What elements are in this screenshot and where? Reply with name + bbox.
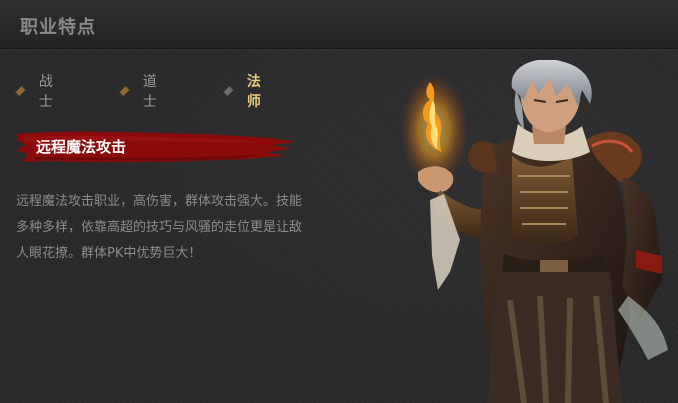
class-subtitle: 远程魔法攻击: [36, 138, 127, 156]
class-features-panel: 职业特点 战士 道士 法师 远程魔法攻击 远程魔法攻击职业，高伤害，群体攻击强大…: [0, 0, 678, 403]
panel-title: 职业特点: [20, 17, 96, 38]
tab-warrior[interactable]: 战士: [15, 74, 56, 110]
tab-label: 道士: [142, 74, 157, 110]
class-description: 远程魔法攻击职业，高伤害，群体攻击强大。技能多种多样，依靠高超的技巧与风骚的走位…: [16, 194, 303, 261]
tab-taoist[interactable]: 道士: [119, 74, 160, 110]
tab-label: 战士: [38, 74, 53, 110]
diamond-bullet-icon: [119, 86, 130, 96]
tab-label: 法师: [246, 74, 261, 110]
tab-mage[interactable]: 法师: [223, 74, 264, 110]
diamond-bullet-icon: [15, 86, 26, 96]
mage-character-illustration: [400, 60, 668, 403]
panel-header: 职业特点: [0, 0, 678, 49]
diamond-bullet-icon: [223, 86, 234, 96]
